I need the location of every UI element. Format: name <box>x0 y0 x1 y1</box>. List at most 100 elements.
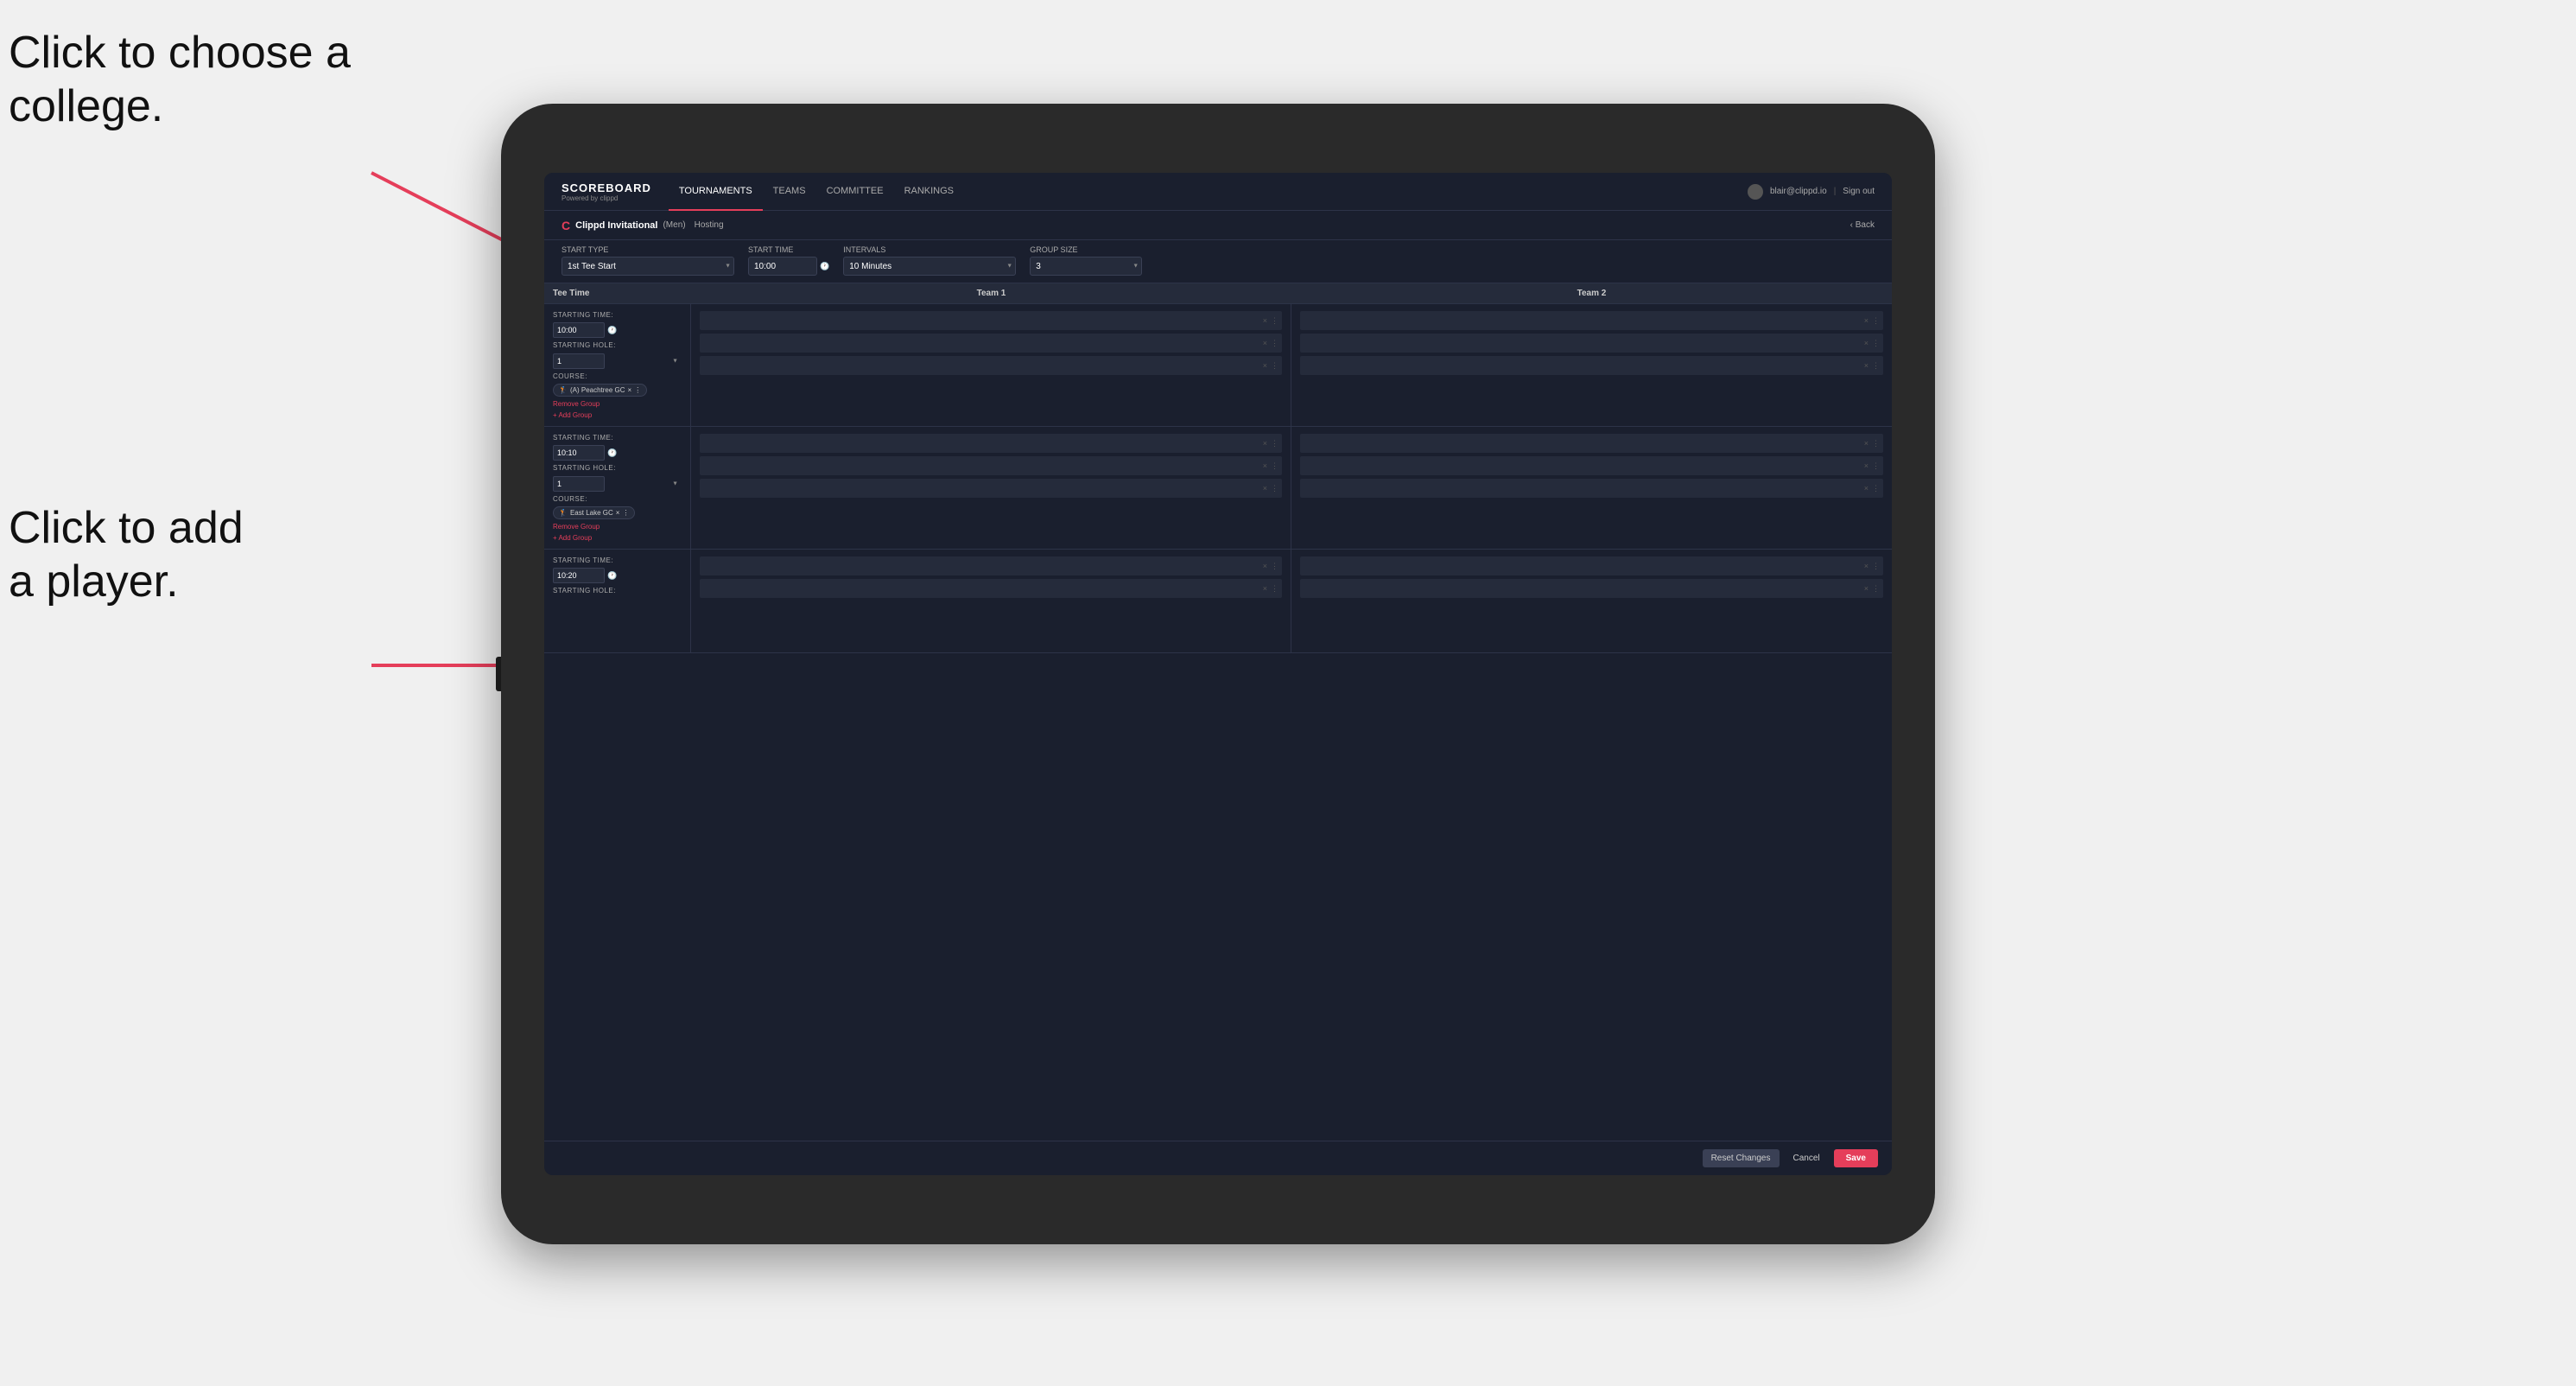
player-slot-g2-2-3[interactable]: ×⋮ <box>1300 479 1883 498</box>
slot-x-g3-1-1[interactable]: × <box>1263 563 1267 570</box>
player-slot-g3-2-1[interactable]: ×⋮ <box>1300 556 1883 575</box>
player-slot-g2-2-1[interactable]: ×⋮ <box>1300 434 1883 453</box>
remove-group-2[interactable]: Remove Group <box>553 523 682 531</box>
starting-time-input-2[interactable] <box>553 445 605 461</box>
player-slot-g3-1-2[interactable]: ×⋮ <box>700 579 1282 598</box>
top-nav: SCOREBOARD Powered by clippd TOURNAMENTS… <box>544 173 1892 211</box>
nav-tournaments[interactable]: TOURNAMENTS <box>669 173 763 211</box>
start-type-wrapper: 1st Tee Start ▼ <box>562 257 734 276</box>
slot-actions-1-1: × ⋮ <box>1263 317 1278 325</box>
course-edit-1[interactable]: ⋮ <box>634 386 641 394</box>
slot-more-g2-1-2[interactable]: ⋮ <box>1271 462 1278 470</box>
remove-group-1[interactable]: Remove Group <box>553 400 682 408</box>
save-button[interactable]: Save <box>1834 1149 1878 1167</box>
starting-hole-select-1[interactable]: 1 <box>553 353 605 369</box>
course-edit-2[interactable]: ⋮ <box>622 509 629 517</box>
course-name-1: (A) Peachtree GC <box>570 386 625 394</box>
slot-actions-2-2: × ⋮ <box>1864 340 1880 347</box>
starting-hole-label-1: STARTING HOLE: <box>553 341 682 349</box>
slot-more-g3-1-2[interactable]: ⋮ <box>1271 585 1278 593</box>
logo-sub: Powered by clippd <box>562 194 651 202</box>
start-type-select[interactable]: 1st Tee Start <box>562 257 734 276</box>
group-size-select[interactable]: 3 <box>1030 257 1142 276</box>
time-input-wrap-1: 🕐 <box>553 322 682 338</box>
time-input-wrap-3: 🕐 <box>553 568 682 583</box>
slot-more-1-1[interactable]: ⋮ <box>1271 317 1278 325</box>
hole-select-wrap-1: 1 ▼ <box>553 353 682 369</box>
player-slot-g2-2-2[interactable]: ×⋮ <box>1300 456 1883 475</box>
reset-button[interactable]: Reset Changes <box>1703 1149 1780 1167</box>
slot-actions-1-3: × ⋮ <box>1263 362 1278 370</box>
slot-more-g2-2-1[interactable]: ⋮ <box>1872 440 1880 448</box>
group-size-label: Group Size <box>1030 245 1142 254</box>
main-content: STARTING TIME: 🕐 STARTING HOLE: 1 ▼ COUR… <box>544 304 1892 1141</box>
course-remove-2[interactable]: × <box>616 509 620 517</box>
cancel-button[interactable]: Cancel <box>1786 1149 1827 1167</box>
player-slot-g2-1-1[interactable]: ×⋮ <box>700 434 1282 453</box>
slot-x-g3-2-2[interactable]: × <box>1864 585 1869 593</box>
back-button[interactable]: ‹ Back <box>1850 220 1875 230</box>
slot-x-g2-1-3[interactable]: × <box>1263 485 1267 493</box>
slot-more-2-3[interactable]: ⋮ <box>1872 362 1880 370</box>
slot-x-2-1[interactable]: × <box>1864 317 1869 325</box>
group-3-team2: ×⋮ ×⋮ <box>1291 550 1892 652</box>
sub-header-logo: C <box>562 219 570 232</box>
slot-x-1-1[interactable]: × <box>1263 317 1267 325</box>
slot-x-g2-2-2[interactable]: × <box>1864 462 1869 470</box>
tournament-title: Clippd Invitational <box>575 220 657 231</box>
slot-more-g2-2-3[interactable]: ⋮ <box>1872 485 1880 493</box>
player-slot-1-3[interactable]: × ⋮ <box>700 356 1282 375</box>
player-slot-g2-1-2[interactable]: ×⋮ <box>700 456 1282 475</box>
nav-teams[interactable]: TEAMS <box>763 173 816 211</box>
sign-out-link[interactable]: Sign out <box>1843 187 1875 196</box>
starting-time-input-3[interactable] <box>553 568 605 583</box>
slot-more-2-1[interactable]: ⋮ <box>1872 317 1880 325</box>
slot-more-g3-2-2[interactable]: ⋮ <box>1872 585 1880 593</box>
starting-time-input-1[interactable] <box>553 322 605 338</box>
nav-committee[interactable]: COMMITTEE <box>816 173 894 211</box>
starting-hole-select-2[interactable]: 1 <box>553 476 605 492</box>
player-slot-1-1[interactable]: × ⋮ <box>700 311 1282 330</box>
slot-x-g2-2-1[interactable]: × <box>1864 440 1869 448</box>
slot-more-g3-2-1[interactable]: ⋮ <box>1872 563 1880 570</box>
start-type-group: Start Type 1st Tee Start ▼ <box>562 245 734 276</box>
player-slot-g3-1-1[interactable]: ×⋮ <box>700 556 1282 575</box>
group-row-1: STARTING TIME: 🕐 STARTING HOLE: 1 ▼ COUR… <box>544 304 1892 427</box>
player-slot-2-1[interactable]: × ⋮ <box>1300 311 1883 330</box>
intervals-label: Intervals <box>843 245 1016 254</box>
slot-x-2-2[interactable]: × <box>1864 340 1869 347</box>
start-time-input[interactable] <box>748 257 817 276</box>
course-tag-1[interactable]: 🏌 (A) Peachtree GC × ⋮ <box>553 384 647 397</box>
slot-more-1-3[interactable]: ⋮ <box>1271 362 1278 370</box>
player-slot-2-3[interactable]: × ⋮ <box>1300 356 1883 375</box>
slot-x-1-2[interactable]: × <box>1263 340 1267 347</box>
slot-x-2-3[interactable]: × <box>1864 362 1869 370</box>
slot-more-g3-1-1[interactable]: ⋮ <box>1271 563 1278 570</box>
slot-more-g2-2-2[interactable]: ⋮ <box>1872 462 1880 470</box>
player-slot-1-2[interactable]: × ⋮ <box>700 334 1282 353</box>
nav-rankings[interactable]: RANKINGS <box>894 173 964 211</box>
slot-more-g2-1-3[interactable]: ⋮ <box>1271 485 1278 493</box>
slot-x-g2-1-1[interactable]: × <box>1263 440 1267 448</box>
player-slot-g2-1-3[interactable]: ×⋮ <box>700 479 1282 498</box>
slot-x-g3-1-2[interactable]: × <box>1263 585 1267 593</box>
player-slot-2-2[interactable]: × ⋮ <box>1300 334 1883 353</box>
slot-x-g2-2-3[interactable]: × <box>1864 485 1869 493</box>
logo-text: SCOREBOARD <box>562 181 651 194</box>
course-remove-1[interactable]: × <box>628 386 632 394</box>
add-group-1[interactable]: + Add Group <box>553 411 682 419</box>
group-3-left: STARTING TIME: 🕐 STARTING HOLE: <box>544 550 691 652</box>
slot-more-1-2[interactable]: ⋮ <box>1271 340 1278 347</box>
intervals-select[interactable]: 10 Minutes <box>843 257 1016 276</box>
slot-x-1-3[interactable]: × <box>1263 362 1267 370</box>
player-slot-g3-2-2[interactable]: ×⋮ <box>1300 579 1883 598</box>
sub-header: C Clippd Invitational (Men) Hosting ‹ Ba… <box>544 211 1892 240</box>
slot-x-g3-2-1[interactable]: × <box>1864 563 1869 570</box>
slot-more-g2-1-1[interactable]: ⋮ <box>1271 440 1278 448</box>
hole-arrow-2: ▼ <box>672 480 678 486</box>
course-tag-2[interactable]: 🏌 East Lake GC × ⋮ <box>553 506 635 519</box>
start-time-group: Start Time 🕐 <box>748 245 829 276</box>
slot-x-g2-1-2[interactable]: × <box>1263 462 1267 470</box>
slot-more-2-2[interactable]: ⋮ <box>1872 340 1880 347</box>
add-group-2[interactable]: + Add Group <box>553 534 682 542</box>
